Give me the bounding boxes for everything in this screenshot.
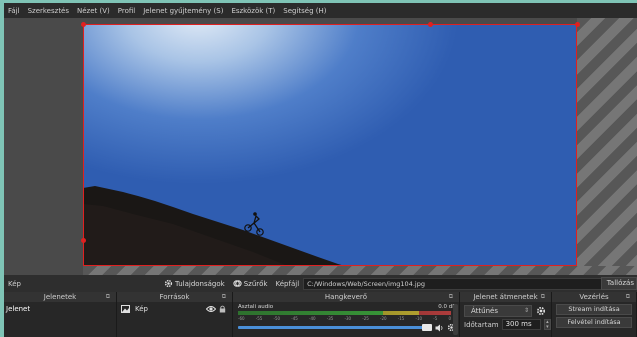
source-toolbar: Kép Tulajdonságok Szűrők Képfájl C:/Wind… [4, 275, 637, 292]
volume-meter [238, 311, 451, 315]
gear-icon[interactable] [536, 306, 546, 316]
menu-tools[interactable]: Eszközök (T) [227, 7, 279, 15]
menu-view[interactable]: Nézet (V) [73, 7, 114, 15]
duration-input[interactable]: 300 ms [501, 319, 541, 330]
scene-list-item[interactable]: Jelenet [4, 304, 116, 314]
speaker-icon[interactable] [435, 324, 444, 332]
preview-canvas-image[interactable] [83, 24, 577, 266]
canvas-outside-stripes-right [577, 18, 637, 275]
mixer-title: Hangkeverő [324, 293, 368, 301]
properties-button[interactable]: Tulajdonságok [164, 279, 225, 288]
resize-handle-top-left[interactable] [81, 22, 86, 27]
volume-slider-row [238, 323, 456, 332]
scenes-dock: Jelenetek ⧉ Jelenet [4, 292, 117, 337]
properties-label: Tulajdonságok [175, 279, 225, 288]
menu-scene-collection[interactable]: Jelenet gyűjtemény (S) [139, 7, 227, 15]
menu-edit[interactable]: Szerkesztés [24, 7, 73, 15]
mixer-channel-name: Asztali audio [238, 304, 274, 310]
duration-label: Időtartam [464, 320, 499, 329]
duration-row: Időtartam 300 ms ▴ ▾ [464, 319, 551, 330]
filters-label: Szűrők [243, 279, 268, 288]
browse-button[interactable]: Tallózás [601, 277, 637, 290]
landscape-silhouette [83, 186, 345, 266]
resize-handle-top-middle[interactable] [428, 22, 433, 27]
preview-area[interactable] [4, 18, 637, 275]
volume-slider-knob[interactable] [422, 324, 432, 331]
transition-select[interactable]: Áttűnés ⇕ [464, 305, 532, 317]
scene-transitions-dock: Jelenet átmenetek ⧉ Áttűnés ⇕ Időtartam … [460, 292, 552, 337]
filters-button[interactable]: Szűrők [233, 279, 268, 288]
source-list-item[interactable]: Kép [117, 304, 232, 314]
lock-icon[interactable] [219, 305, 226, 313]
image-file-path-field[interactable]: C:/Windows/Web/Screen/img104.jpg [303, 277, 608, 290]
transition-select-row: Áttűnés ⇕ [464, 305, 551, 317]
chevron-updown-icon: ⇕ [523, 307, 529, 314]
transitions-title: Jelenet átmenetek [473, 293, 538, 301]
dock-float-icon[interactable]: ⧉ [626, 292, 630, 302]
eye-icon[interactable] [206, 305, 216, 313]
scenes-dock-header: Jelenetek ⧉ [4, 292, 116, 302]
dock-float-icon[interactable]: ⧉ [222, 292, 226, 302]
dock-float-icon[interactable]: ⧉ [106, 292, 110, 302]
mixer-scrollbar[interactable] [453, 304, 458, 335]
gear-icon [164, 279, 173, 288]
transitions-dock-header: Jelenet átmenetek ⧉ [460, 292, 551, 302]
cyclist-silhouette [244, 212, 264, 236]
sources-title: Források [159, 293, 190, 301]
scenes-title: Jelenetek [43, 293, 77, 301]
source-label: Kép [135, 305, 148, 313]
audio-mixer-dock: Hangkeverő ⧉ Asztali audio 0.0 dB -60 -55… [233, 292, 460, 337]
selected-source-name: Kép [8, 279, 21, 288]
filter-icon [233, 280, 242, 287]
resize-handle-top-right[interactable] [575, 22, 580, 27]
dock-float-icon[interactable]: ⧉ [449, 292, 453, 302]
controls-title: Vezérlés [579, 293, 609, 301]
menu-bar: Fájl Szerkesztés Nézet (V) Profil Jelene… [4, 3, 637, 18]
transition-selected-value: Áttűnés [471, 307, 498, 315]
controls-dock: Vezérlés ⧉ Stream indítása Felvétel indí… [552, 292, 637, 337]
volume-slider[interactable] [238, 324, 432, 331]
meter-tick-labels: -60 -55 -50 -45 -40 -35 -30 -25 -20 -15 -10 -5 0 [238, 316, 451, 321]
image-icon [121, 305, 130, 313]
image-file-label: Képfájl [275, 279, 300, 288]
canvas-outside-stripes-bottom [83, 266, 637, 275]
mixer-dock-header: Hangkeverő ⧉ [233, 292, 459, 302]
resize-handle-left-middle[interactable] [81, 238, 86, 243]
dock-float-icon[interactable]: ⧉ [541, 292, 545, 302]
menu-file[interactable]: Fájl [4, 7, 24, 15]
start-streaming-button[interactable]: Stream indítása [556, 304, 632, 315]
controls-dock-header: Vezérlés ⧉ [552, 292, 636, 302]
sources-dock-header: Források ⧉ [117, 292, 232, 302]
sources-dock: Források ⧉ Kép [117, 292, 233, 337]
menu-help[interactable]: Segítség (H) [279, 7, 330, 15]
menu-profile[interactable]: Profil [114, 7, 139, 15]
duration-spinner[interactable]: ▴ ▾ [543, 319, 551, 330]
start-recording-button[interactable]: Felvétel indítása [556, 317, 632, 328]
mixer-channel: Asztali audio 0.0 dB [233, 302, 459, 310]
